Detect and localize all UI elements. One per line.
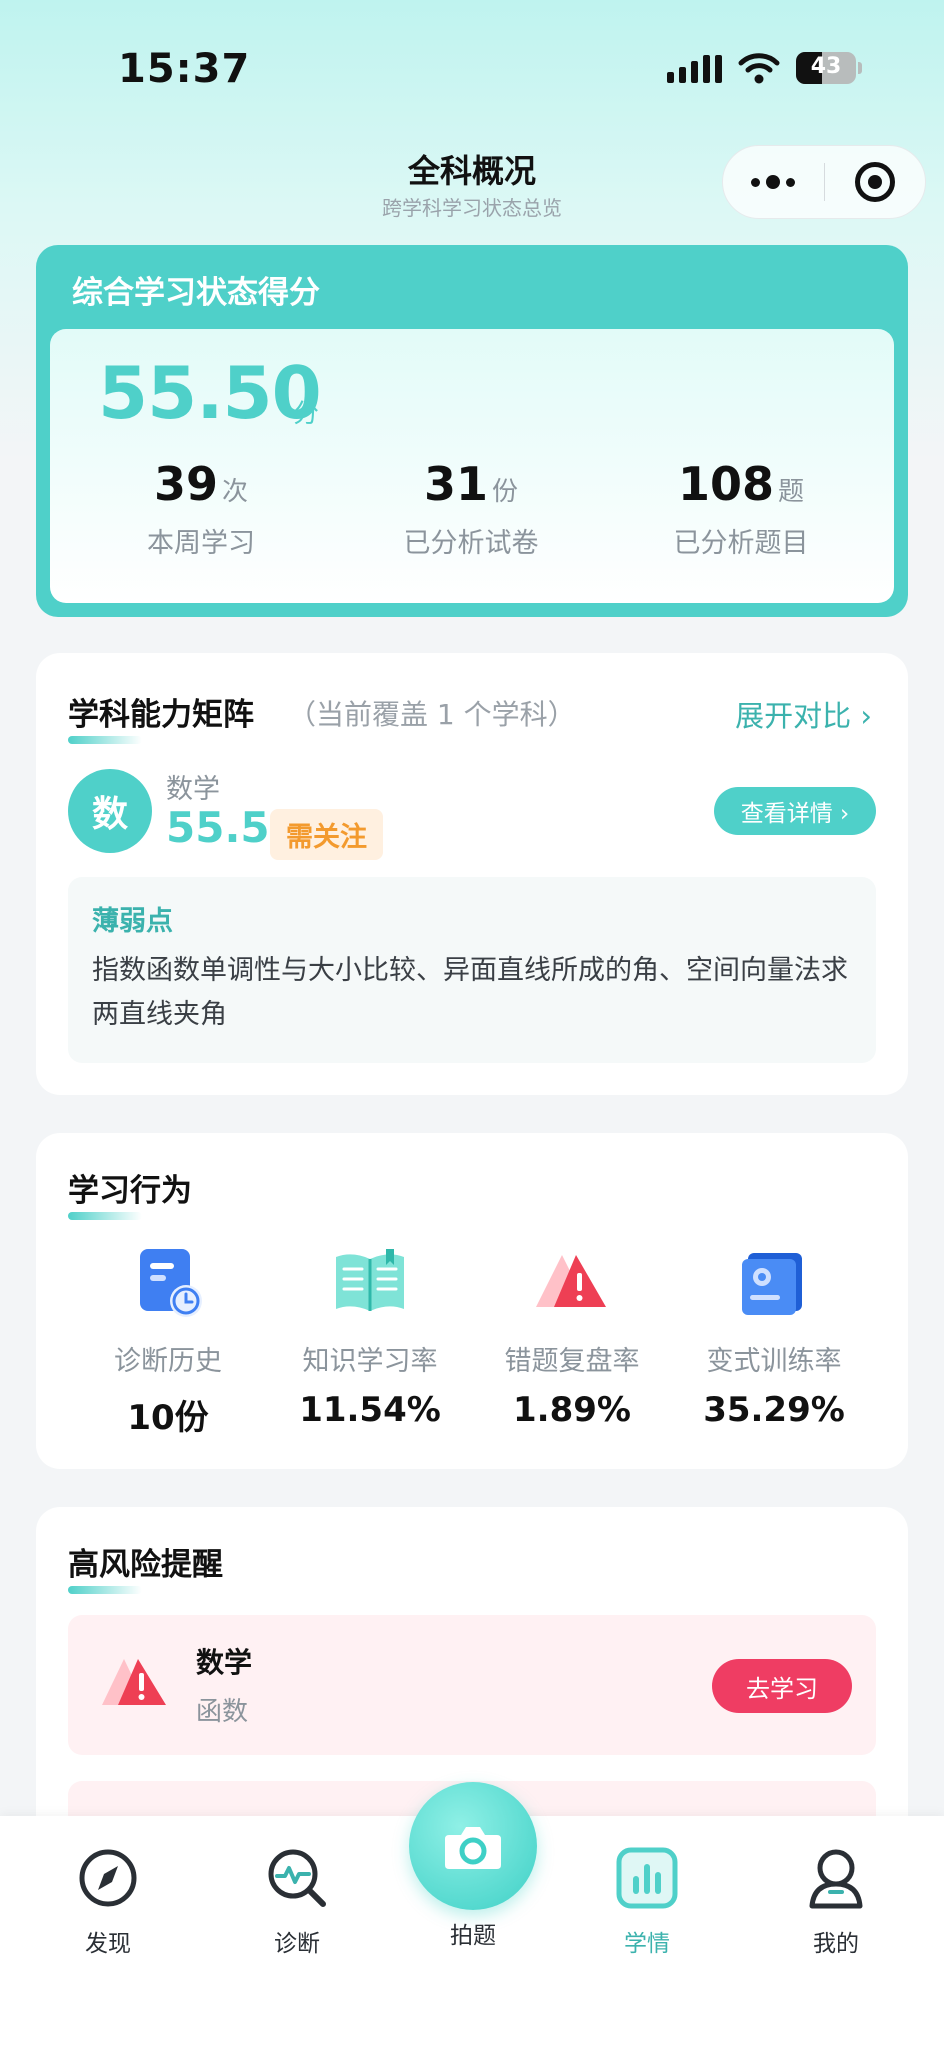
subject-name: 数学	[166, 774, 220, 805]
risk-subject: 数学	[196, 1646, 253, 1679]
nav-label: 学情	[624, 1931, 670, 1957]
risk-topic: 函数	[196, 1697, 249, 1727]
warning-triangle-icon	[532, 1245, 612, 1321]
behavior-diagnosis-history[interactable]: 诊断历史 10份	[68, 1245, 268, 1439]
scan-question-button[interactable]	[409, 1782, 537, 1910]
behavior-label: 错题复盘率	[504, 1346, 640, 1377]
behavior-label: 变式训练率	[706, 1346, 842, 1377]
expand-compare-link[interactable]: 展开对比 ›	[735, 693, 872, 735]
target-icon	[854, 162, 895, 202]
stat-value: 108	[677, 457, 774, 511]
status-badge: 需关注	[270, 809, 383, 860]
battery-cap	[858, 62, 862, 74]
weak-points-title: 薄弱点	[92, 906, 173, 937]
bar-chart-icon	[615, 1846, 679, 1910]
risk-item: 数学 函数 去学习	[68, 1615, 876, 1755]
stat-analyzed-questions: 108 题 已分析题目	[616, 457, 866, 560]
stat-analyzed-papers: 31 份 已分析试卷	[346, 457, 596, 560]
stat-unit: 次	[222, 477, 249, 507]
stat-weekly-study: 39 次 本周学习	[76, 457, 326, 560]
folder-gear-icon	[734, 1245, 814, 1321]
nav-learning-status[interactable]: 学情	[587, 1846, 707, 1958]
behavior-mistake-review-rate[interactable]: 错题复盘率 1.89%	[472, 1245, 672, 1430]
person-icon	[804, 1846, 868, 1910]
behavior-title: 学习行为	[68, 1165, 192, 1220]
go-learn-button[interactable]: 去学习	[712, 1659, 852, 1713]
camera-icon	[445, 1827, 501, 1869]
behavior-value: 35.29%	[703, 1390, 845, 1430]
risk-title: 高风险提醒	[68, 1539, 223, 1594]
wifi-icon	[738, 53, 780, 84]
behavior-knowledge-rate[interactable]: 知识学习率 11.54%	[270, 1245, 470, 1430]
nav-diagnose[interactable]: 诊断	[237, 1846, 357, 1958]
learning-behavior-card: 学习行为 诊断历史 10份 知识学习率 11.54% 错题复盘率 1.89% 变…	[36, 1133, 908, 1469]
score-panel: 55.50 分 39 次 本周学习 31 份 已分析试卷 108 题 已分析题目	[50, 329, 894, 603]
status-time: 15:37	[118, 46, 251, 92]
behavior-variant-training-rate[interactable]: 变式训练率 35.29%	[674, 1245, 874, 1430]
matrix-subtitle: （当前覆盖 1 个学科）	[288, 698, 576, 731]
overall-score-unit: 分	[293, 399, 320, 429]
stat-value: 31	[423, 457, 488, 511]
magnifier-pulse-icon	[265, 1846, 329, 1910]
view-details-button[interactable]: 查看详情 ›	[714, 787, 876, 835]
nav-profile[interactable]: 我的	[776, 1846, 896, 1958]
matrix-title: 学科能力矩阵	[68, 689, 254, 744]
miniapp-capsule	[722, 145, 926, 219]
weak-points-box: 薄弱点 指数函数单调性与大小比较、异面直线所成的角、空间向量法求两直线夹角	[68, 877, 876, 1063]
score-card-title: 综合学习状态得分	[72, 275, 320, 311]
stat-label: 本周学习	[147, 528, 255, 559]
nav-label: 拍题	[450, 1923, 496, 1949]
warning-triangle-icon	[102, 1659, 166, 1705]
nav-discover[interactable]: 发现	[48, 1846, 168, 1958]
behavior-label: 知识学习率	[302, 1346, 438, 1377]
close-miniapp-button[interactable]	[825, 146, 926, 218]
overall-score-card: 综合学习状态得分 55.50 分 39 次 本周学习 31 份 已分析试卷 108 题…	[36, 245, 908, 617]
behavior-label: 诊断历史	[114, 1346, 222, 1377]
cellular-signal-icon	[667, 53, 722, 83]
behavior-value: 10份	[127, 1398, 209, 1438]
battery-level: 43	[810, 54, 842, 79]
overall-score: 55.50	[98, 351, 322, 435]
weak-points-text: 指数函数单调性与大小比较、异面直线所成的角、空间向量法求两直线夹角	[92, 955, 848, 1030]
subject-avatar: 数	[68, 769, 152, 853]
stat-label: 已分析题目	[673, 528, 809, 559]
history-doc-icon	[128, 1245, 208, 1321]
compass-icon	[76, 1846, 140, 1910]
stat-value: 39	[153, 457, 218, 511]
behavior-value: 11.54%	[299, 1390, 441, 1430]
more-button[interactable]	[723, 146, 824, 218]
open-book-icon	[330, 1245, 410, 1321]
nav-label: 诊断	[274, 1931, 320, 1957]
battery-icon: 43	[796, 52, 856, 84]
behavior-value: 1.89%	[513, 1390, 631, 1430]
nav-label: 发现	[85, 1931, 131, 1957]
stat-label: 已分析试卷	[403, 528, 539, 559]
stat-unit: 份	[492, 477, 519, 507]
ability-matrix-card: 学科能力矩阵 （当前覆盖 1 个学科） 展开对比 › 数 数学 55.5 需关注…	[36, 653, 908, 1095]
status-indicators: 43	[667, 52, 862, 84]
more-dots-icon	[751, 175, 796, 189]
nav-label: 我的	[813, 1931, 859, 1957]
stat-unit: 题	[778, 477, 805, 507]
subject-score: 55.5	[166, 803, 270, 852]
